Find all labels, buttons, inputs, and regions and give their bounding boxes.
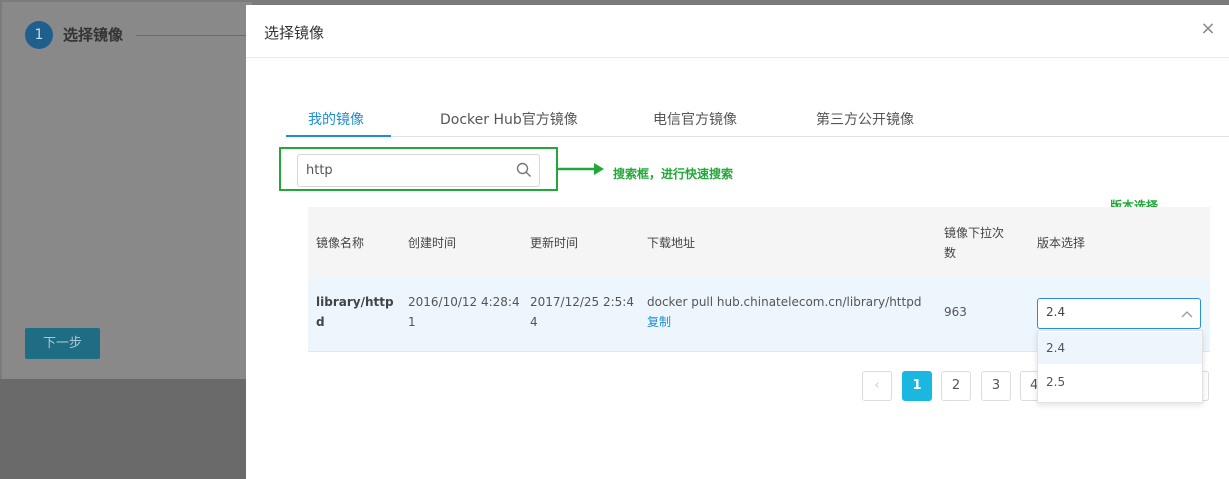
modal-header: 选择镜像 ×	[246, 5, 1229, 58]
background-panel: 1 选择镜像 下一步	[2, 2, 252, 379]
header-version: 版本选择	[1037, 236, 1086, 250]
header-created: 创建时间	[408, 236, 457, 250]
header-pulls: 镜像下拉次 数	[944, 223, 1004, 263]
page-button-3[interactable]: 3	[981, 371, 1011, 401]
modal-title: 选择镜像	[264, 24, 325, 42]
step-number-badge: 1	[25, 21, 53, 49]
cell-updated-line2: 4	[530, 315, 538, 329]
download-command: docker pull hub.chinatelecom.cn/library/…	[647, 295, 922, 309]
version-select[interactable]: 2.4	[1037, 298, 1201, 329]
active-tab-indicator	[286, 135, 391, 137]
next-step-button[interactable]: 下一步	[25, 328, 100, 359]
version-option[interactable]: 2.4	[1038, 332, 1202, 364]
step-label: 选择镜像	[63, 26, 124, 44]
select-image-modal: 选择镜像 × 我的镜像 Docker Hub官方镜像 电信官方镜像 第三方公开镜…	[246, 5, 1229, 479]
image-source-tabs: 我的镜像 Docker Hub官方镜像 电信官方镜像 第三方公开镜像	[286, 101, 1229, 137]
cell-name: library/http d	[316, 292, 394, 332]
search-box	[297, 154, 540, 187]
tab-third-party[interactable]: 第三方公开镜像	[816, 109, 914, 129]
header-updated: 更新时间	[530, 236, 579, 250]
cell-created-line1: 2016/10/12 4:28:4	[408, 295, 520, 309]
search-annotation-text: 搜索框，进行快速搜索	[613, 167, 734, 181]
cell-updated: 2017/12/25 2:5:4 4	[530, 292, 634, 332]
search-input[interactable]	[298, 155, 508, 186]
page-button-2[interactable]: 2	[941, 371, 971, 401]
cell-name-line2: d	[316, 315, 325, 329]
tab-telecom-official[interactable]: 电信官方镜像	[653, 109, 737, 129]
header-pulls-line2: 数	[944, 246, 957, 260]
annotation-arrow-right-icon	[558, 163, 604, 175]
step-connector	[136, 35, 248, 36]
cell-download: docker pull hub.chinatelecom.cn/library/…	[647, 292, 921, 332]
cell-pulls: 963	[944, 305, 967, 319]
tab-docker-hub[interactable]: Docker Hub官方镜像	[440, 109, 578, 129]
tab-my-images[interactable]: 我的镜像	[308, 109, 364, 129]
version-option[interactable]: 2.5	[1038, 366, 1202, 398]
search-icon[interactable]	[516, 162, 532, 178]
cell-created-line2: 1	[408, 315, 416, 329]
header-pulls-line1: 镜像下拉次	[944, 226, 1005, 240]
version-select-value: 2.4	[1046, 305, 1066, 319]
cell-created: 2016/10/12 4:28:4 1	[408, 292, 520, 332]
chevron-up-icon	[1181, 311, 1193, 318]
version-dropdown: 2.4 2.5	[1037, 330, 1203, 403]
prev-page-button[interactable]: ‹	[862, 371, 892, 401]
table-header: 镜像名称 创建时间 更新时间 下载地址 镜像下拉次 数 版本选择	[308, 207, 1210, 278]
page-button-1[interactable]: 1	[902, 371, 932, 401]
copy-link[interactable]: 复制	[647, 312, 921, 332]
close-icon[interactable]: ×	[1198, 19, 1218, 39]
cell-name-line1: library/http	[316, 295, 394, 309]
cell-updated-line1: 2017/12/25 2:5:4	[530, 295, 634, 309]
header-download: 下载地址	[647, 236, 696, 250]
background-lower-area	[0, 379, 250, 479]
header-name: 镜像名称	[316, 236, 365, 250]
